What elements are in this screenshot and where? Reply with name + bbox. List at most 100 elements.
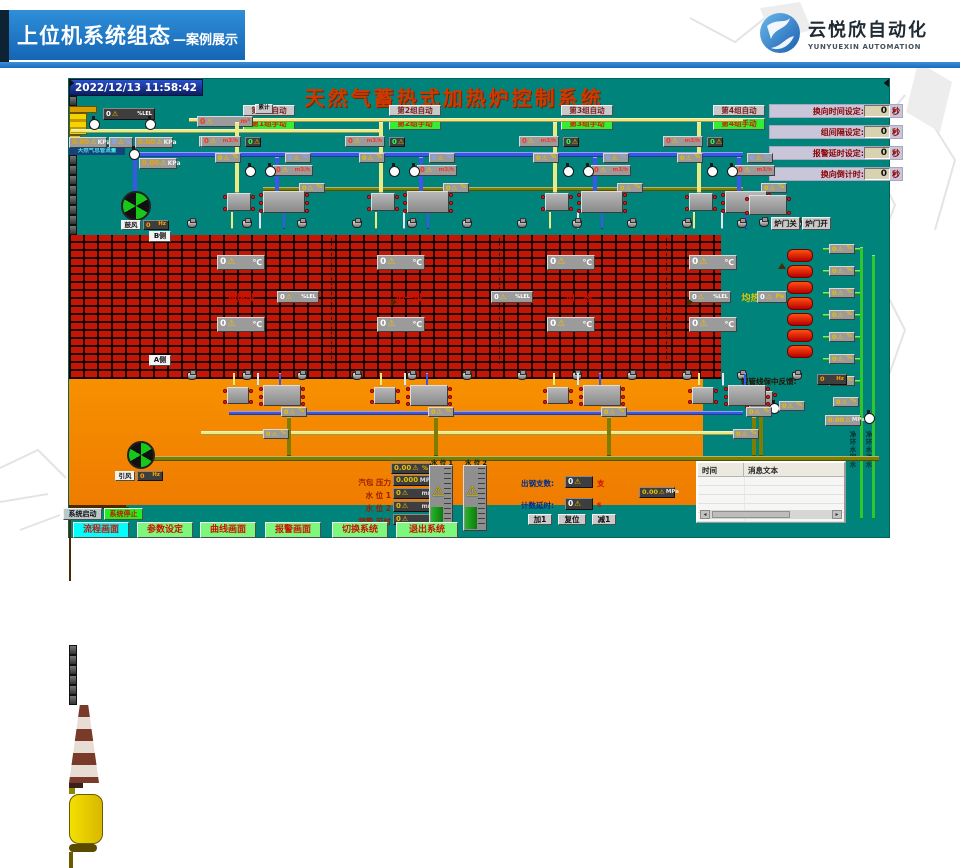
smoke-valve-display: 0⚠%	[829, 244, 855, 254]
group-3-auto-button[interactable]: 第3组自动	[561, 105, 613, 116]
nav-process-button[interactable]: 流程画面	[73, 522, 129, 538]
display-value: 0	[550, 258, 556, 267]
nav-curves-button[interactable]: 曲线画面	[200, 522, 256, 538]
display-value: 0	[566, 139, 571, 146]
nav-alarms-button[interactable]: 报警画面	[265, 522, 321, 538]
dot	[766, 395, 770, 399]
dot	[223, 389, 227, 393]
gas-pipe	[71, 129, 381, 133]
door-open-button[interactable]: 炉门开	[802, 217, 831, 230]
warn-icon: ⚠	[845, 417, 851, 424]
dot	[714, 389, 718, 393]
draft-fan-label: 引风	[115, 471, 135, 481]
system-stop-button[interactable]: 系统停止	[104, 508, 143, 520]
scroll-left-arrow[interactable]: ◂	[700, 510, 710, 519]
table-row	[698, 486, 844, 495]
dot	[259, 209, 263, 213]
group-gas-valve-display: 0⚠%	[215, 153, 241, 163]
banner-subtitle: —案例展示	[173, 23, 238, 48]
group-air-valve-display: 0⚠%	[285, 153, 311, 163]
zone-temp-bottom-display: 0⚠℃	[377, 317, 425, 332]
warn-icon: ⚠	[574, 478, 581, 486]
setting-value-input[interactable]: 0	[864, 105, 890, 117]
nav-switch-button[interactable]: 切换系统	[332, 522, 388, 538]
warn-icon: ⚠	[528, 138, 534, 145]
setting-value-input[interactable]: 0	[864, 168, 890, 180]
setting-unit: 秒	[892, 148, 900, 159]
side-b-label: B侧	[149, 231, 171, 242]
setting-value-input[interactable]: 0	[864, 147, 890, 159]
counter-button-1[interactable]: 复位	[558, 514, 586, 525]
setting-label: 换向时间设定:	[772, 106, 864, 117]
display-value: 0	[749, 409, 754, 416]
burner-nozzle	[682, 372, 692, 380]
counter-button-0[interactable]: 加1	[528, 514, 552, 525]
display-value: 0	[362, 155, 367, 162]
display-value: 0	[594, 167, 599, 174]
warn-icon: ⚠	[766, 294, 772, 301]
display-unit: Hz	[158, 222, 166, 228]
display-value: 0	[522, 138, 527, 145]
actuator-icon	[69, 685, 77, 695]
nav-params-button[interactable]: 参数设定	[137, 522, 193, 538]
warn-icon: ⚠	[756, 155, 762, 162]
valve-icon	[409, 166, 420, 177]
group-gas-flow-display: 0⚠m3/h	[663, 136, 703, 147]
setting-value-input[interactable]: 0	[864, 126, 890, 138]
display-unit: %	[298, 409, 304, 415]
steel-billet	[787, 249, 813, 262]
gas-pressure-display: 0.00⚠KPa	[69, 137, 107, 148]
warn-icon: ⚠	[612, 155, 618, 162]
dot	[370, 400, 374, 404]
bow-left	[69, 79, 74, 87]
display-unit: %	[750, 431, 756, 437]
warn-icon: ⚠	[387, 258, 395, 267]
nav-exit-button[interactable]: 退出系统	[396, 522, 458, 538]
table-scrollbar[interactable]: ◂▸	[700, 510, 842, 519]
table-header-row: 时间消息文本	[698, 463, 844, 477]
burner-nozzle	[627, 372, 637, 380]
dot	[406, 395, 410, 399]
display-unit: m3/h	[223, 139, 238, 145]
dot	[685, 207, 689, 211]
water-pressure-display: 0.00⚠MPa	[825, 415, 861, 426]
display-unit: %	[125, 140, 131, 146]
display-unit: m3/h	[757, 168, 772, 174]
display-value: 0	[666, 138, 671, 145]
burner-nozzle	[352, 372, 362, 380]
dot	[577, 209, 581, 213]
dot	[396, 389, 400, 393]
steel-billet	[787, 297, 813, 310]
warn-icon: ⚠	[387, 320, 395, 329]
gas-total-button[interactable]: 累计	[255, 104, 273, 114]
display-value: 0	[832, 312, 837, 319]
warn-icon: ⚠	[118, 139, 124, 146]
display-value: 0.00	[394, 465, 411, 472]
dot	[223, 195, 227, 199]
warn-icon: ⚠	[542, 155, 548, 162]
display-value: 0	[568, 478, 573, 486]
group-gas-valve-display: 0⚠%	[533, 153, 559, 163]
system-start-button[interactable]: 系统启动	[63, 508, 102, 520]
group-air-flow-display: 0⚠m3/h	[273, 165, 313, 176]
warn-icon: ⚠	[426, 167, 432, 174]
table-cell	[698, 477, 745, 485]
dot	[713, 195, 717, 199]
group-4-auto-button[interactable]: 第4组自动	[713, 105, 765, 116]
dot	[577, 193, 581, 197]
warn-icon: ⚠	[626, 185, 632, 192]
group-2-auto-button[interactable]: 第2组自动	[389, 105, 441, 116]
door-close-button[interactable]: 炉门关	[771, 217, 800, 230]
display-value: 0	[832, 334, 837, 341]
counter-button-2[interactable]: 减1	[592, 514, 616, 525]
display-unit: %	[846, 378, 852, 384]
valve-icon	[265, 166, 276, 177]
dot	[449, 209, 453, 213]
counter-display: 0⚠	[565, 498, 593, 510]
zone-lel-display: 0⚠%LEL	[491, 291, 533, 303]
scroll-right-arrow[interactable]: ▸	[832, 510, 842, 519]
display-value: 0.00	[828, 417, 844, 424]
scroll-thumb[interactable]	[712, 511, 790, 518]
pipe	[403, 212, 405, 229]
display-value: 0	[106, 111, 111, 118]
